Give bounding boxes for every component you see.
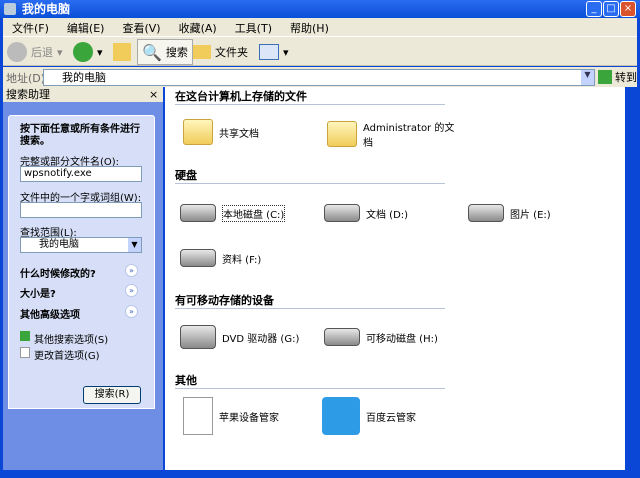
dvd-drive-item[interactable]: DVD 驱动器 (G:) xyxy=(180,325,299,349)
up-folder-icon xyxy=(113,43,131,61)
item-label: Administrator 的文档 xyxy=(363,123,455,149)
item-label: 本地磁盘 (C:) xyxy=(222,204,286,222)
folder-icon xyxy=(183,119,213,145)
section-header-stored-files: 在这台计算机上存储的文件 xyxy=(175,88,445,105)
other-options-label: 其他搜索选项(S) xyxy=(34,335,109,346)
item-label: 百度云管家 xyxy=(366,412,416,424)
forward-button[interactable]: ▾ xyxy=(73,40,103,64)
drive-e-item[interactable]: 图片 (E:) xyxy=(468,204,551,222)
pane-header: 搜索助理 × xyxy=(3,87,163,102)
go-button[interactable]: 转到 xyxy=(598,69,637,85)
preferences-label: 更改首选项(G) xyxy=(34,351,100,362)
arrow-right-icon xyxy=(20,331,30,341)
drive-d-item[interactable]: 文档 (D:) xyxy=(324,204,408,222)
item-label: 可移动磁盘 (H:) xyxy=(366,333,438,345)
hard-drive-icon xyxy=(468,204,504,222)
menu-file[interactable]: 文件(F) xyxy=(3,18,58,36)
apple-manager-item[interactable]: 苹果设备管家 xyxy=(183,397,279,435)
menu-help[interactable]: 帮助(H) xyxy=(281,18,338,36)
address-value: 我的电脑 xyxy=(62,71,106,84)
window-border xyxy=(625,87,640,478)
expand-icon[interactable]: » xyxy=(125,284,138,297)
minimize-button[interactable]: _ xyxy=(586,1,602,17)
toolbar: 后退 ▾ ▾ 🔍 搜索 文件夹 ▾ xyxy=(3,36,637,66)
preferences-icon xyxy=(20,347,30,358)
back-button[interactable]: 后退 ▾ xyxy=(7,40,63,64)
other-search-options-link[interactable]: 其他搜索选项(S) xyxy=(20,331,108,346)
folder-icon xyxy=(327,121,357,147)
views-button[interactable]: ▾ xyxy=(259,40,289,64)
menu-tools[interactable]: 工具(T) xyxy=(226,18,281,36)
advanced-toggle[interactable]: 其他高级选项 xyxy=(20,306,80,321)
admin-documents-item[interactable]: Administrator 的文档 xyxy=(327,119,467,149)
item-label: 资料 (F:) xyxy=(222,254,262,266)
go-label: 转到 xyxy=(615,71,637,84)
address-label: 地址(D) xyxy=(6,72,46,85)
address-dropdown-icon[interactable]: ▼ xyxy=(581,70,594,85)
search-submit-button[interactable]: 搜索(R) xyxy=(83,386,141,404)
folders-button[interactable]: 文件夹 xyxy=(193,40,248,64)
hard-drive-icon xyxy=(324,204,360,222)
filename-input[interactable]: wpsnotify.exe xyxy=(20,166,142,182)
close-button[interactable]: × xyxy=(620,1,636,17)
menu-view[interactable]: 查看(V) xyxy=(113,18,169,36)
up-folder-button[interactable] xyxy=(113,40,131,64)
lookin-select[interactable]: 我的电脑 ▼ xyxy=(20,237,142,253)
hard-drive-icon xyxy=(180,249,216,267)
menu-bar: 文件(F) 编辑(E) 查看(V) 收藏(A) 工具(T) 帮助(H) xyxy=(3,18,637,36)
computer-icon xyxy=(4,3,16,15)
section-header-other: 其他 xyxy=(175,372,445,389)
item-label: 苹果设备管家 xyxy=(219,412,279,424)
item-label: 文档 (D:) xyxy=(366,209,409,221)
address-input[interactable]: 我的电脑 xyxy=(43,69,595,86)
pane-close-button[interactable]: × xyxy=(149,87,158,102)
pane-title: 搜索助理 xyxy=(6,88,50,101)
item-label: 共享文档 xyxy=(219,128,259,140)
baidu-cloud-item[interactable]: 百度云管家 xyxy=(322,397,416,435)
when-modified-toggle[interactable]: 什么时候修改的? xyxy=(20,265,96,280)
search-icon: 🔍 xyxy=(142,42,162,62)
item-label: 图片 (E:) xyxy=(510,209,551,221)
change-preferences-link[interactable]: 更改首选项(G) xyxy=(20,347,100,362)
search-companion-pane: 搜索助理 × 按下面任意或所有条件进行搜索。 完整或部分文件名(O): wpsno… xyxy=(3,87,163,470)
drive-c-item[interactable]: 本地磁盘 (C:) xyxy=(180,204,286,222)
menu-favorites[interactable]: 收藏(A) xyxy=(170,18,226,36)
folder-icon xyxy=(193,45,211,59)
drive-f-item[interactable]: 资料 (F:) xyxy=(180,249,261,267)
expand-icon[interactable]: » xyxy=(125,305,138,318)
section-header-hard-drives: 硬盘 xyxy=(175,167,445,184)
chevron-down-icon: ▼ xyxy=(128,238,141,252)
application-icon xyxy=(183,397,213,435)
window-title: 我的电脑 xyxy=(22,2,71,16)
maximize-button[interactable]: □ xyxy=(603,1,619,17)
back-label: 后退 xyxy=(31,46,53,59)
section-header-removable: 有可移动存储的设备 xyxy=(175,292,445,309)
address-bar: 地址(D) 我的电脑 ▼ 转到 xyxy=(3,67,637,87)
removable-disk-icon xyxy=(324,328,360,346)
go-arrow-icon xyxy=(598,70,612,84)
window-border xyxy=(0,470,640,478)
search-heading: 按下面任意或所有条件进行搜索。 xyxy=(20,124,140,147)
forward-arrow-icon xyxy=(73,42,93,62)
search-button[interactable]: 🔍 搜索 xyxy=(137,39,193,65)
folders-label: 文件夹 xyxy=(215,46,248,59)
size-toggle[interactable]: 大小是? xyxy=(20,285,56,300)
hard-drive-icon xyxy=(180,204,216,222)
removable-disk-item[interactable]: 可移动磁盘 (H:) xyxy=(324,328,438,346)
filename-value: wpsnotify.exe xyxy=(24,168,92,179)
content-area: 在这台计算机上存储的文件 共享文档 Administrator 的文档 硬盘 本… xyxy=(165,87,625,470)
item-label: DVD 驱动器 (G:) xyxy=(222,333,300,345)
baidu-cloud-icon xyxy=(322,397,360,435)
menu-edit[interactable]: 编辑(E) xyxy=(58,18,114,36)
dvd-drive-icon xyxy=(180,325,216,349)
back-arrow-icon xyxy=(7,42,27,62)
lookin-value: 我的电脑 xyxy=(39,239,79,250)
expand-icon[interactable]: » xyxy=(125,264,138,277)
shared-documents-item[interactable]: 共享文档 xyxy=(183,119,259,145)
phrase-input[interactable] xyxy=(20,202,142,218)
title-bar: 我的电脑 xyxy=(0,0,640,18)
views-icon xyxy=(259,44,279,60)
search-label: 搜索 xyxy=(165,46,188,59)
search-form: 按下面任意或所有条件进行搜索。 完整或部分文件名(O): wpsnotify.e… xyxy=(8,115,155,409)
